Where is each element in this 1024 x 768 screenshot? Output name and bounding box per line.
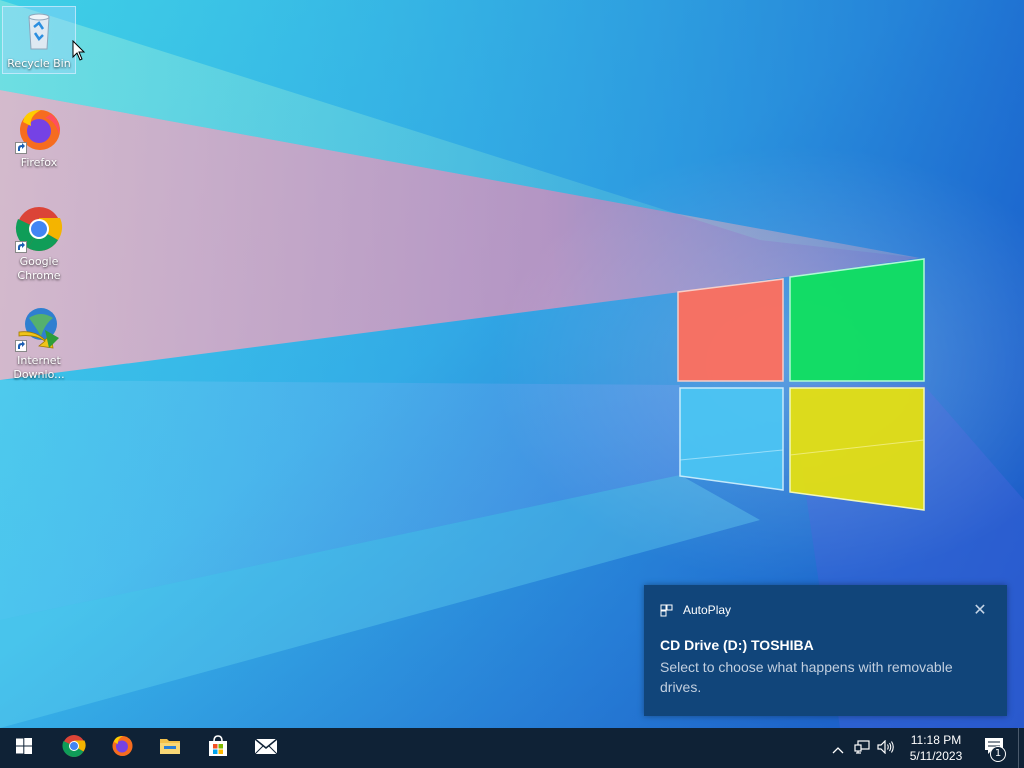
network-icon (854, 739, 870, 758)
desktop-icon-google-chrome[interactable]: Google Chrome (3, 205, 75, 283)
speaker-icon (877, 739, 895, 758)
taskbar-chrome-button[interactable] (50, 728, 98, 768)
windows-start-icon (16, 738, 32, 758)
file-explorer-icon (158, 734, 182, 762)
notification-count-badge: 1 (990, 746, 1006, 762)
shortcut-arrow-icon (15, 241, 27, 253)
mail-icon (254, 734, 278, 762)
clock-time: 11:18 PM (910, 733, 962, 747)
desktop-icon-internet-download-manager[interactable]: Internet Downlo... (3, 304, 75, 382)
show-hidden-icons-button[interactable] (826, 728, 850, 768)
firefox-icon (110, 734, 134, 762)
taskbar-clock[interactable]: 11:18 PM 5/11/2023 (902, 732, 970, 764)
volume-button[interactable] (874, 728, 898, 768)
desktop-icon-label: Google Chrome (17, 255, 61, 282)
taskbar-microsoft-store-button[interactable] (194, 728, 242, 768)
toast-body: Select to choose what happens with remov… (660, 659, 953, 695)
firefox-icon (15, 106, 63, 154)
desktop-icon-label: Firefox (20, 156, 58, 169)
desktop-icon-label: Internet Downlo... (13, 354, 65, 381)
toast-title: CD Drive (D:) TOSHIBA (660, 637, 814, 653)
autoplay-icon (660, 604, 673, 617)
show-desktop-button[interactable] (1018, 728, 1024, 768)
start-button[interactable] (0, 728, 48, 768)
system-tray: 11:18 PM 5/11/2023 1 (826, 728, 1024, 768)
chevron-up-icon (832, 739, 844, 758)
desktop-icon-label: Recycle Bin (7, 57, 71, 70)
clock-date: 5/11/2023 (909, 749, 963, 763)
recycle-bin-icon (15, 7, 63, 55)
toast-header: AutoPlay (660, 603, 731, 617)
network-status-button[interactable] (850, 728, 874, 768)
microsoft-store-icon (206, 734, 230, 762)
toast-close-button[interactable]: ✕ (973, 602, 987, 618)
taskbar-firefox-button[interactable] (98, 728, 146, 768)
desktop-icon-recycle-bin[interactable]: Recycle Bin (2, 6, 76, 74)
chrome-icon (15, 205, 63, 253)
taskbar: 11:18 PM 5/11/2023 1 (0, 728, 1024, 768)
taskbar-mail-button[interactable] (242, 728, 290, 768)
autoplay-toast-notification[interactable]: AutoPlay ✕ CD Drive (D:) TOSHIBA Select … (644, 585, 1007, 716)
chrome-icon (62, 734, 86, 762)
taskbar-file-explorer-button[interactable] (146, 728, 194, 768)
internet-download-manager-icon (15, 304, 63, 352)
toast-app-name: AutoPlay (683, 603, 732, 617)
shortcut-arrow-icon (15, 142, 27, 154)
shortcut-arrow-icon (15, 340, 27, 352)
desktop-icon-firefox[interactable]: Firefox (3, 106, 75, 170)
action-center-button[interactable]: 1 (970, 728, 1018, 768)
mouse-cursor-icon (72, 39, 86, 66)
